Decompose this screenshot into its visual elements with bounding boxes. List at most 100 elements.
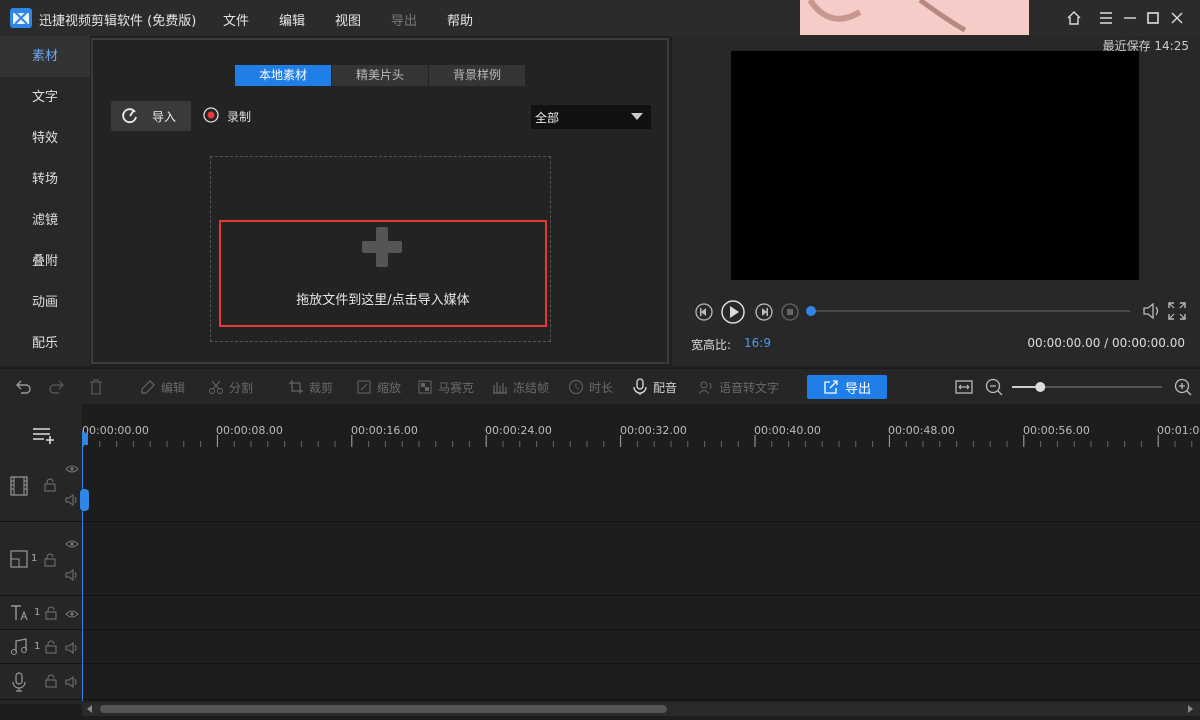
app-logo-icon: [10, 8, 32, 28]
clock-icon: [569, 380, 583, 394]
scrollbar-thumb[interactable]: [100, 705, 667, 713]
zoom-label: 缩放: [377, 380, 402, 395]
fullscreen-icon[interactable]: [1167, 301, 1187, 321]
zoom-out-icon[interactable]: [984, 377, 1004, 397]
playhead[interactable]: [82, 431, 83, 701]
menu-file[interactable]: 文件: [223, 10, 249, 29]
nav-item-animation[interactable]: 动画: [0, 282, 90, 323]
nav-item-text[interactable]: 文字: [0, 77, 90, 118]
title-bar: 迅捷视频剪辑软件 (免费版) 文件 编辑 视图 导出 帮助: [0, 0, 1200, 36]
scroll-right-icon[interactable]: [1188, 705, 1194, 713]
menu-icon[interactable]: [1096, 8, 1116, 28]
speech-to-text-label: 语音转文字: [719, 380, 780, 395]
close-icon[interactable]: [1167, 8, 1187, 28]
eye-icon[interactable]: [65, 609, 79, 619]
music-track[interactable]: [0, 630, 1200, 664]
add-track-icon[interactable]: [32, 426, 56, 444]
fit-timeline-icon[interactable]: [954, 377, 974, 397]
media-filter-select[interactable]: 全部: [531, 105, 651, 129]
aspect-ratio-value[interactable]: 16:9: [744, 336, 771, 350]
text-track[interactable]: [0, 596, 1200, 630]
voiceover-label: 配音: [653, 380, 678, 395]
microphone-icon: [633, 378, 647, 395]
redo-icon[interactable]: [47, 377, 67, 397]
tab-local-media[interactable]: 本地素材: [235, 65, 331, 86]
zoom-slider-knob[interactable]: [1035, 382, 1046, 392]
crop-tool[interactable]: 裁剪: [288, 378, 333, 396]
eye-icon[interactable]: [65, 539, 79, 549]
home-icon[interactable]: [1064, 8, 1084, 28]
zoom-slider[interactable]: [1012, 377, 1164, 397]
next-frame-icon[interactable]: [754, 302, 774, 322]
import-button[interactable]: 导入: [111, 101, 191, 131]
edit-toolbar: 编辑 分割 裁剪 缩放 马赛克 冻结帧 时长 配音 语音转文字 导出: [0, 368, 1200, 404]
microphone-icon: [11, 672, 27, 692]
menu-edit[interactable]: 编辑: [279, 10, 305, 29]
minimize-icon[interactable]: [1120, 8, 1140, 28]
timeline-scrollbar[interactable]: [82, 702, 1200, 716]
tick-label: 00:00:56.00: [1023, 424, 1090, 437]
export-icon: [824, 380, 838, 394]
play-icon[interactable]: [720, 299, 746, 325]
zoom-in-icon[interactable]: [1173, 377, 1193, 397]
previous-frame-icon[interactable]: [694, 302, 714, 322]
playback-progress-track[interactable]: [811, 310, 1130, 312]
menu-help[interactable]: 帮助: [447, 10, 473, 29]
stop-icon[interactable]: [780, 302, 800, 322]
menu-export[interactable]: 导出: [391, 10, 417, 29]
tab-background-samples[interactable]: 背景样例: [429, 65, 525, 86]
zoom-tool[interactable]: 缩放: [356, 378, 401, 396]
menu-view[interactable]: 视图: [335, 10, 361, 29]
crop-label: 裁剪: [309, 380, 334, 395]
lock-icon[interactable]: [44, 640, 58, 654]
media-thumbnail-image: [800, 0, 1029, 35]
track-drag-handle[interactable]: [80, 489, 89, 511]
drop-zone-highlight[interactable]: 拖放文件到这里/点击导入媒体: [219, 220, 547, 327]
mosaic-icon: [418, 380, 432, 394]
tab-intros[interactable]: 精美片头: [332, 65, 428, 86]
export-button[interactable]: 导出: [807, 375, 887, 399]
freeze-frame-icon: [493, 382, 507, 394]
eye-icon[interactable]: [65, 464, 79, 474]
tick-label: 00:00:16.00: [351, 424, 418, 437]
nav-item-music[interactable]: 配乐: [0, 323, 90, 364]
video-track[interactable]: [0, 448, 1200, 522]
delete-icon[interactable]: [86, 377, 106, 397]
playhead-handle[interactable]: [82, 433, 88, 445]
speech-to-text-tool[interactable]: 语音转文字: [698, 378, 779, 396]
volume-icon[interactable]: [1141, 300, 1163, 322]
split-tool[interactable]: 分割: [208, 378, 253, 396]
speaker-icon[interactable]: [65, 494, 79, 506]
nav-item-transitions[interactable]: 转场: [0, 159, 90, 200]
duration-label: 时长: [589, 380, 614, 395]
nav-item-filters[interactable]: 滤镜: [0, 200, 90, 241]
tick-label: 00:00:08.00: [216, 424, 283, 437]
scroll-left-icon[interactable]: [87, 705, 93, 713]
overlay-track[interactable]: [0, 522, 1200, 596]
left-nav: 素材 文字 特效 转场 滤镜 叠附 动画 配乐: [0, 36, 90, 366]
undo-icon[interactable]: [13, 377, 33, 397]
tick-label: 00:01:04: [1157, 424, 1200, 437]
voiceover-tool[interactable]: 配音: [632, 378, 677, 396]
freeze-frame-tool[interactable]: 冻结帧: [492, 378, 549, 396]
maximize-icon[interactable]: [1143, 8, 1163, 28]
nav-item-effects[interactable]: 特效: [0, 118, 90, 159]
edit-tool[interactable]: 编辑: [140, 378, 185, 396]
playback-progress-knob[interactable]: [806, 306, 816, 316]
lock-icon[interactable]: [43, 478, 57, 492]
speaker-icon[interactable]: [65, 642, 79, 654]
mosaic-tool[interactable]: 马赛克: [417, 378, 474, 396]
duration-tool[interactable]: 时长: [568, 378, 613, 396]
speech-to-text-icon: [698, 381, 712, 395]
lock-icon[interactable]: [43, 553, 57, 567]
voiceover-track[interactable]: [0, 664, 1200, 700]
nav-item-overlays[interactable]: 叠附: [0, 241, 90, 282]
crop-icon: [289, 380, 303, 394]
speaker-icon[interactable]: [65, 676, 79, 688]
music-note-icon: [10, 638, 28, 656]
nav-item-media[interactable]: 素材: [0, 36, 90, 77]
tick-label: 00:00:24.00: [485, 424, 552, 437]
lock-icon[interactable]: [44, 606, 58, 620]
speaker-icon[interactable]: [65, 569, 79, 581]
lock-icon[interactable]: [44, 674, 58, 688]
